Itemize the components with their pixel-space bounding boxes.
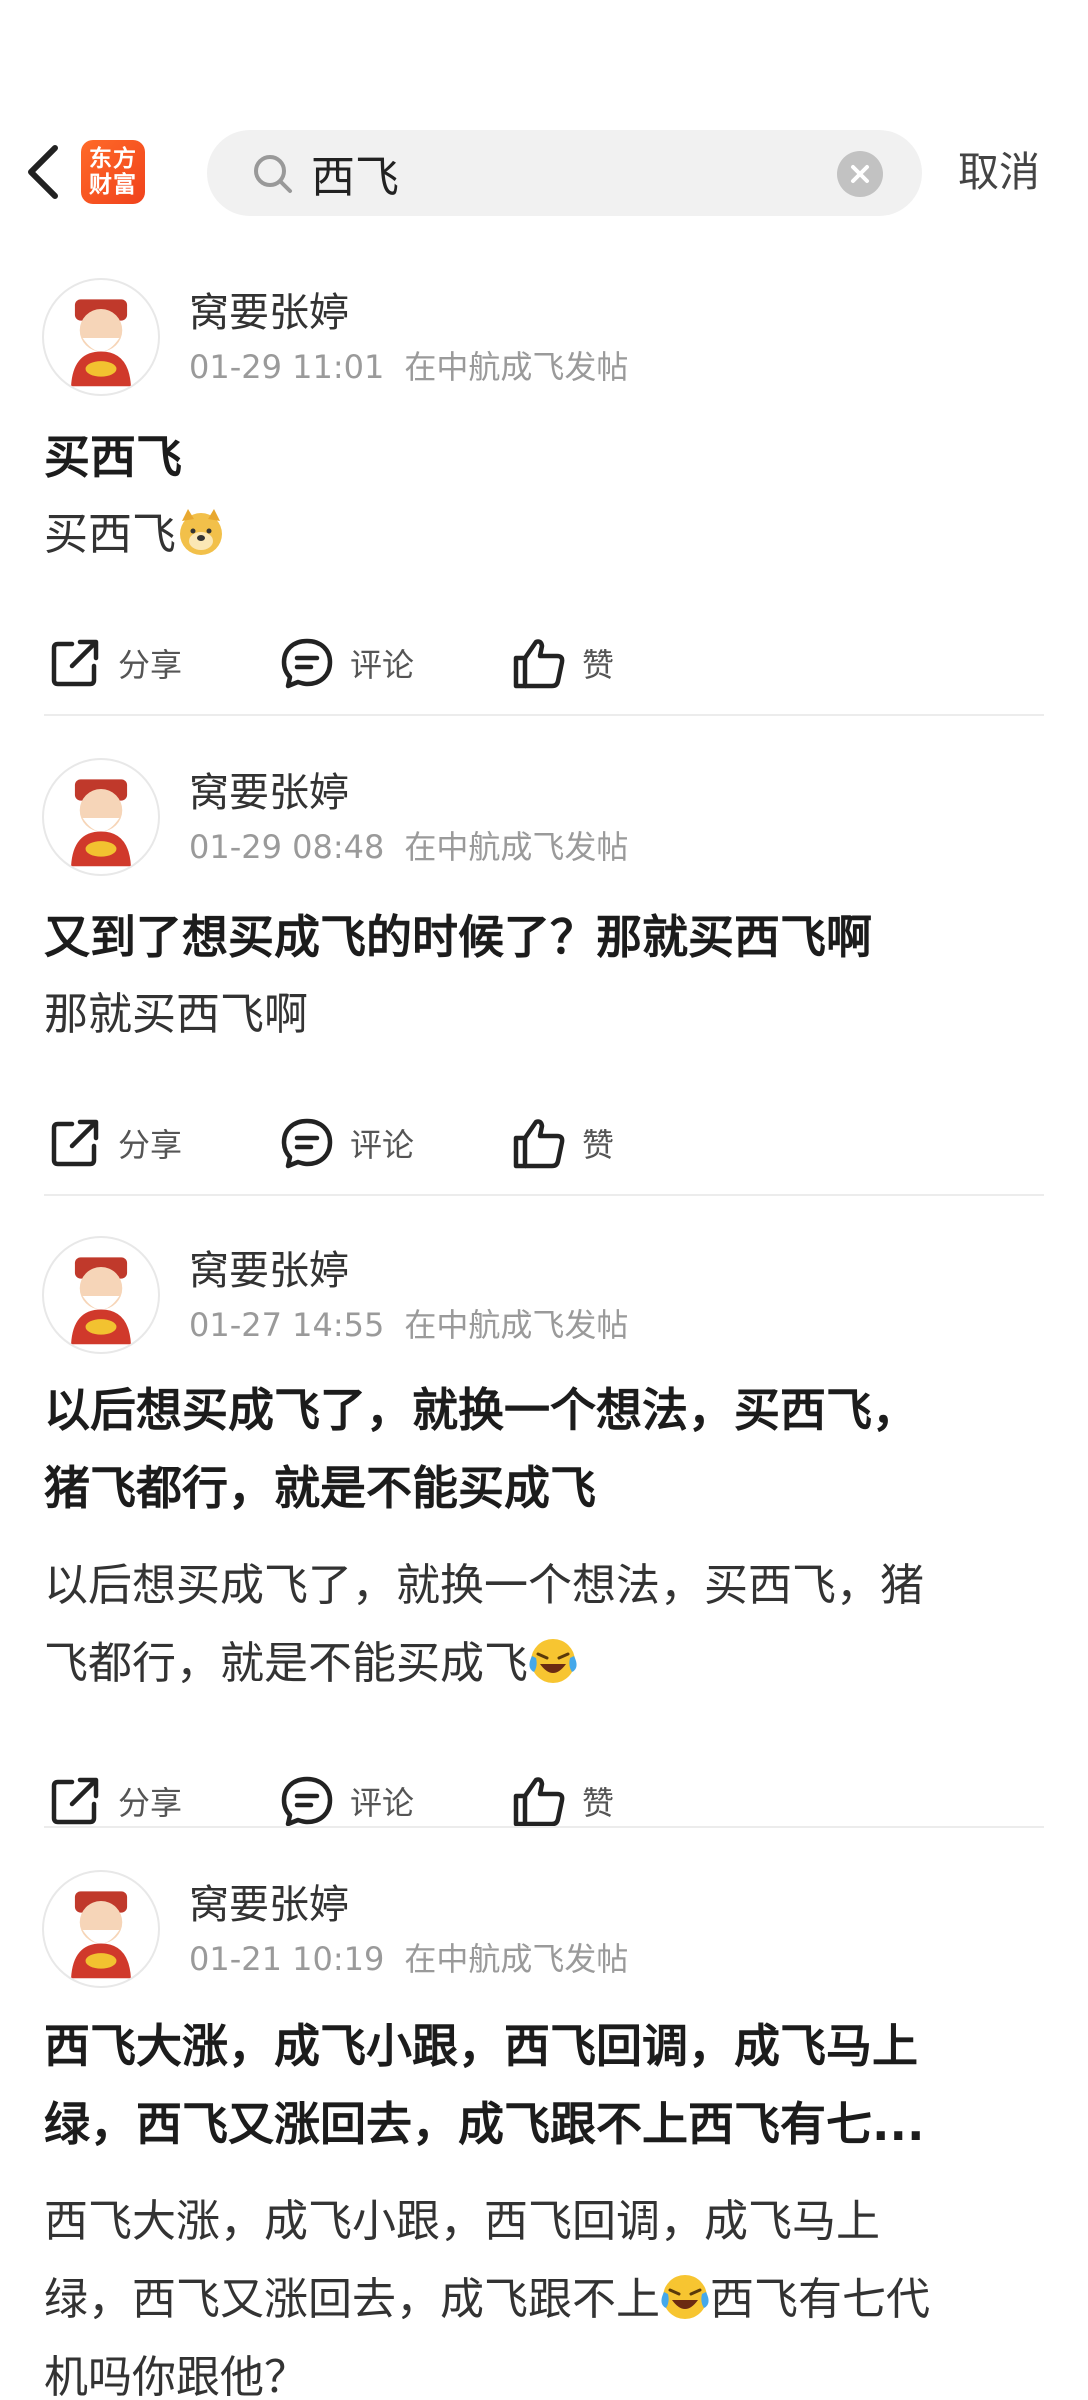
post-body-line: 西飞大涨，成飞小跟，西飞回调，成飞马上: [44, 2196, 880, 2247]
post-body-line: 机吗你跟他？: [44, 2352, 308, 2400]
post-location[interactable]: 在中航成飞发帖: [404, 348, 628, 386]
search-bar[interactable]: [207, 130, 922, 216]
post-body[interactable]: 买西飞: [44, 496, 1044, 574]
post-title[interactable]: 又到了想买成飞的时候了？那就买西飞啊: [44, 898, 1044, 976]
post-body[interactable]: 那就买西飞啊: [44, 976, 1044, 1054]
post-title-line: 以后想买成飞了，就换一个想法，买西飞，: [44, 1383, 918, 1437]
thumbs-up-icon: [513, 639, 565, 689]
chevron-left-icon: [28, 145, 58, 199]
logo-text-line1: 东方: [89, 146, 137, 172]
post-date: 01-21 10:19: [189, 1940, 385, 1978]
post-meta: 01-21 10:19 在中航成飞发帖: [189, 1934, 628, 1980]
fortune-god-avatar-icon: [71, 1891, 131, 1979]
post-body-line: 绿，西飞又涨回去，成飞跟不上 西飞有七代: [44, 2261, 1044, 2339]
post-title-line: 西飞大涨，成飞小跟，西飞回调，成飞马上: [44, 2019, 918, 2073]
like-button[interactable]: 赞: [510, 628, 614, 698]
thumbs-up-icon: [513, 1777, 565, 1827]
like-label: 赞: [582, 646, 615, 684]
post-title-line: 猪飞都行，就是不能买成飞: [44, 1461, 596, 1515]
post-meta: 01-27 14:55 在中航成飞发帖: [189, 1300, 628, 1346]
share-label: 分享: [118, 1126, 183, 1164]
post-body-line: 以后想买成飞了，就换一个想法，买西飞，猪: [44, 1560, 924, 1611]
comment-button[interactable]: 评论: [278, 1108, 414, 1178]
avatar[interactable]: [42, 1236, 160, 1354]
post-body-text: 飞都行，就是不能买成飞: [44, 1638, 528, 1689]
post-title[interactable]: 西飞大涨，成飞小跟，西飞回调，成飞马上 绿，西飞又涨回去，成飞跟不上西飞有七..…: [44, 2007, 1044, 2163]
share-button[interactable]: 分享: [46, 1108, 182, 1178]
back-button[interactable]: [18, 142, 68, 202]
close-icon: [851, 165, 869, 183]
post-body-text: 绿，西飞又涨回去，成飞跟不上: [44, 2274, 660, 2325]
post-title[interactable]: 以后想买成飞了，就换一个想法，买西飞， 猪飞都行，就是不能买成飞: [44, 1371, 1044, 1527]
share-icon: [51, 1119, 99, 1167]
author-name[interactable]: 窝要张婷: [189, 1238, 349, 1296]
like-label: 赞: [582, 1784, 615, 1822]
fortune-god-avatar-icon: [71, 299, 131, 387]
post-location[interactable]: 在中航成飞发帖: [404, 1940, 628, 1978]
share-button[interactable]: 分享: [46, 628, 182, 698]
post-body-text: 西飞有七代: [710, 2274, 930, 2325]
divider: [44, 1826, 1044, 1828]
fortune-god-avatar-icon: [71, 1257, 131, 1345]
divider: [44, 714, 1044, 716]
post-body[interactable]: 西飞大涨，成飞小跟，西飞回调，成飞马上 绿，西飞又涨回去，成飞跟不上 西飞有七代…: [44, 2183, 1044, 2400]
comment-icon: [281, 638, 333, 689]
post-actions: 分享 评论 赞: [0, 1108, 1088, 1178]
author-name[interactable]: 窝要张婷: [189, 760, 349, 818]
post-date: 01-29 08:48: [189, 828, 385, 866]
laughing-crying-emoji-icon: [529, 1639, 577, 1683]
search-header: 东方 财富 取消: [0, 128, 1088, 216]
logo-text-line2: 财富: [89, 172, 137, 198]
avatar[interactable]: [42, 758, 160, 876]
post-location[interactable]: 在中航成飞发帖: [404, 1306, 628, 1344]
author-name[interactable]: 窝要张婷: [189, 1872, 349, 1930]
avatar[interactable]: [42, 1870, 160, 1988]
post-title[interactable]: 买西飞: [44, 418, 1044, 496]
share-icon: [51, 1777, 99, 1825]
comment-label: 评论: [350, 646, 415, 684]
comment-label: 评论: [350, 1126, 415, 1164]
cancel-button[interactable]: 取消: [958, 142, 1040, 202]
share-icon: [51, 639, 99, 687]
thumbs-up-icon: [513, 1119, 565, 1169]
share-label: 分享: [118, 646, 183, 684]
post-item[interactable]: 窝要张婷 01-27 14:55 在中航成飞发帖 以后想买成飞了，就换一个想法，买…: [0, 1236, 1088, 1836]
comment-label: 评论: [350, 1784, 415, 1822]
divider: [44, 1194, 1044, 1196]
fortune-god-avatar-icon: [71, 779, 131, 867]
search-icon: [254, 155, 292, 193]
share-label: 分享: [118, 1784, 183, 1822]
comment-icon: [281, 1776, 333, 1827]
clear-search-button[interactable]: [837, 151, 883, 197]
post-item[interactable]: 窝要张婷 01-21 10:19 在中航成飞发帖 西飞大涨，成飞小跟，西飞回调，成…: [0, 1870, 1088, 2400]
like-button[interactable]: 赞: [510, 1108, 614, 1178]
laughing-crying-emoji-icon: [661, 2275, 709, 2319]
post-item[interactable]: 窝要张婷 01-29 11:01 在中航成飞发帖 买西飞 买西飞 分享 评论 赞: [0, 278, 1088, 718]
post-date: 01-27 14:55: [189, 1306, 385, 1344]
post-date: 01-29 11:01: [189, 348, 385, 386]
post-body-line: 飞都行，就是不能买成飞: [44, 1625, 1044, 1703]
post-body-text: 买西飞: [44, 509, 176, 560]
app-logo[interactable]: 东方 财富: [81, 140, 145, 204]
search-input[interactable]: [311, 140, 831, 206]
avatar[interactable]: [42, 278, 160, 396]
comment-icon: [281, 1118, 333, 1169]
post-meta: 01-29 11:01 在中航成飞发帖: [189, 342, 628, 388]
like-label: 赞: [582, 1126, 615, 1164]
post-location[interactable]: 在中航成飞发帖: [404, 828, 628, 866]
comment-button[interactable]: 评论: [278, 628, 414, 698]
post-body[interactable]: 以后想买成飞了，就换一个想法，买西飞，猪 飞都行，就是不能买成飞: [44, 1547, 1044, 1703]
doge-emoji-icon: [180, 509, 222, 555]
post-meta: 01-29 08:48 在中航成飞发帖: [189, 822, 628, 868]
author-name[interactable]: 窝要张婷: [189, 280, 349, 338]
post-title-line: 绿，西飞又涨回去，成飞跟不上西飞有七...: [44, 2097, 925, 2151]
post-item[interactable]: 窝要张婷 01-29 08:48 在中航成飞发帖 又到了想买成飞的时候了？那就买西…: [0, 758, 1088, 1198]
post-actions: 分享 评论 赞: [0, 628, 1088, 698]
